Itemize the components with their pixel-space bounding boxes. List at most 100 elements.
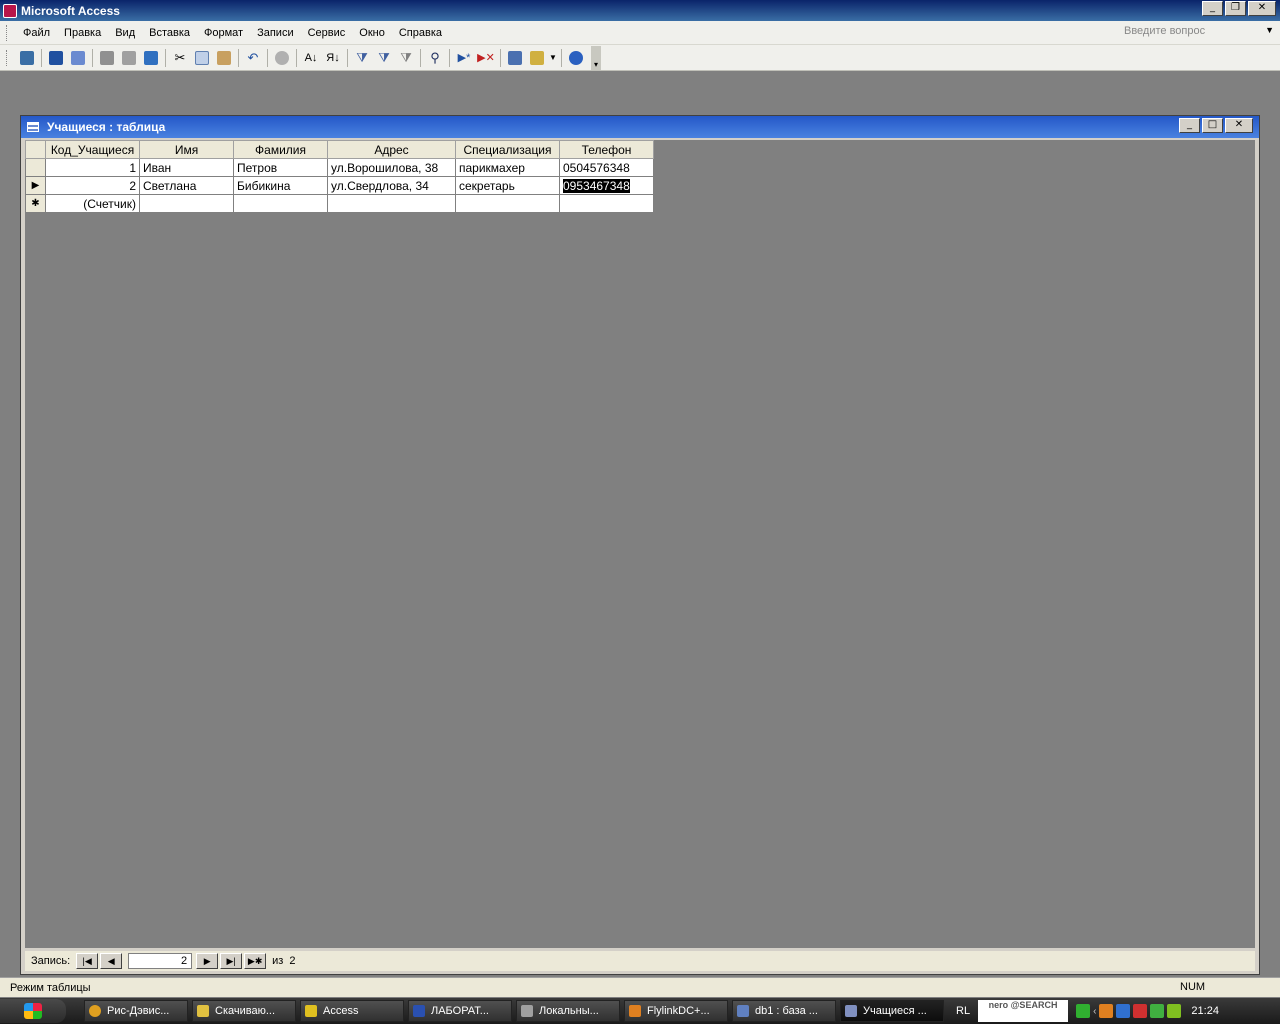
help-question-input[interactable]: Введите вопрос [1124, 25, 1264, 41]
toolbar-options-button[interactable]: ▾ [591, 45, 601, 70]
new-record-icon[interactable]: ✱ [25, 194, 46, 213]
taskbar-item[interactable]: db1 : база ... [732, 1000, 836, 1022]
menu-view[interactable]: Вид [108, 27, 142, 39]
database-window-icon[interactable] [504, 48, 526, 68]
search-file-icon[interactable] [67, 48, 89, 68]
child-maximize-button[interactable]: □ [1202, 118, 1223, 133]
cell-spec[interactable]: секретарь [455, 176, 560, 195]
filter-form-icon[interactable]: ⧩ [373, 48, 395, 68]
save-icon[interactable] [45, 48, 67, 68]
cut-icon[interactable]: ✂ [169, 48, 191, 68]
flylink-tray-icon[interactable] [1099, 1004, 1114, 1018]
taskbar-item[interactable]: FlylinkDC+... [624, 1000, 728, 1022]
print-preview-icon[interactable] [118, 48, 140, 68]
paste-icon[interactable] [213, 48, 235, 68]
taskbar-item-label: Учащиеся ... [863, 1005, 927, 1017]
taskbar-item-active[interactable]: Учащиеся ... [840, 1000, 944, 1022]
row-selector[interactable] [25, 158, 46, 177]
prev-record-button[interactable]: ◀ [100, 953, 123, 969]
help-icon[interactable] [565, 48, 587, 68]
cell-address[interactable] [327, 194, 456, 213]
language-indicator[interactable]: RL [956, 1005, 970, 1017]
cell-address[interactable]: ул.Ворошилова, 38 [327, 158, 456, 177]
cell-surname[interactable] [233, 194, 328, 213]
table-window-title-bar[interactable]: Учащиеся : таблица _ □ ✕ [21, 116, 1259, 138]
menu-file[interactable]: Файл [16, 27, 57, 39]
chevron-down-icon[interactable]: ▼ [548, 48, 558, 68]
cell-surname[interactable]: Бибикина [233, 176, 328, 195]
chevron-left-icon[interactable]: ‹ [1093, 1006, 1096, 1017]
copy-icon[interactable] [191, 48, 213, 68]
cell-spec[interactable] [455, 194, 560, 213]
select-all-cell[interactable] [25, 140, 46, 159]
table-row: ▶ 2 Светлана Бибикина ул.Свердлова, 34 с… [25, 176, 654, 195]
minimize-button[interactable]: _ [1202, 1, 1223, 16]
filter-selection-icon[interactable]: ⧩ [351, 48, 373, 68]
menu-help[interactable]: Справка [392, 27, 449, 39]
network-icon[interactable] [1116, 1004, 1131, 1018]
taskbar-item[interactable]: Скачиваю... [192, 1000, 296, 1022]
next-record-button[interactable]: ▶ [196, 953, 219, 969]
menu-window[interactable]: Окно [352, 27, 392, 39]
cell-name[interactable]: Иван [139, 158, 234, 177]
selected-phone-text: 0953467348 [563, 178, 630, 193]
restore-button[interactable]: ❐ [1225, 1, 1246, 16]
find-icon[interactable]: ⚲ [424, 48, 446, 68]
column-header-spec[interactable]: Специализация [455, 140, 560, 159]
utorrent-icon[interactable] [1150, 1004, 1165, 1018]
delete-record-icon[interactable]: ▶✕ [475, 48, 497, 68]
cell-id-autonumber[interactable]: (Счетчик) [45, 194, 140, 213]
menu-edit[interactable]: Правка [57, 27, 108, 39]
child-minimize-button[interactable]: _ [1179, 118, 1200, 133]
chevron-down-icon[interactable]: ▼ [1265, 25, 1274, 35]
current-record-icon[interactable]: ▶ [25, 176, 46, 195]
spelling-icon[interactable] [140, 48, 162, 68]
column-header-id[interactable]: Код_Учащиеся [45, 140, 140, 159]
last-record-button[interactable]: ▶| [220, 953, 243, 969]
new-record-nav-button[interactable]: ▶✱ [244, 953, 267, 969]
new-record-icon[interactable]: ▶* [453, 48, 475, 68]
separator [92, 48, 93, 67]
hyperlink-icon[interactable] [271, 48, 293, 68]
new-object-icon[interactable] [526, 48, 548, 68]
print-icon[interactable] [96, 48, 118, 68]
apply-filter-icon[interactable]: ⧩ [395, 48, 417, 68]
cell-surname[interactable]: Петров [233, 158, 328, 177]
cell-id[interactable]: 2 [45, 176, 140, 195]
record-number-input[interactable]: 2 [128, 953, 193, 969]
menu-insert[interactable]: Вставка [142, 27, 197, 39]
column-header-surname[interactable]: Фамилия [233, 140, 328, 159]
column-header-address[interactable]: Адрес [327, 140, 456, 159]
undo-icon[interactable]: ↶ [242, 48, 264, 68]
child-close-button[interactable]: ✕ [1225, 118, 1253, 133]
cell-name[interactable]: Светлана [139, 176, 234, 195]
menu-tools[interactable]: Сервис [301, 27, 353, 39]
start-button[interactable] [0, 999, 66, 1023]
first-record-button[interactable]: |◀ [76, 953, 99, 969]
view-icon[interactable] [16, 48, 38, 68]
toolbar-grip [6, 49, 10, 66]
cell-spec[interactable]: парикмахер [455, 158, 560, 177]
cell-id[interactable]: 1 [45, 158, 140, 177]
sort-asc-icon[interactable]: A↓ [300, 48, 322, 68]
cell-name[interactable] [139, 194, 234, 213]
taskbar-item[interactable]: ЛАБОРАТ... [408, 1000, 512, 1022]
nvidia-icon[interactable] [1167, 1004, 1182, 1018]
close-button[interactable]: ✕ [1248, 1, 1276, 16]
antivirus-icon[interactable] [1133, 1004, 1148, 1018]
sort-desc-icon[interactable]: Я↓ [322, 48, 344, 68]
cell-phone[interactable] [559, 194, 654, 213]
menu-format[interactable]: Формат [197, 27, 250, 39]
app-title-bar[interactable]: Microsoft Access _ ❐ ✕ [0, 0, 1280, 21]
taskbar-item[interactable]: Рис-Дэвис... [84, 1000, 188, 1022]
taskbar-item[interactable]: Локальны... [516, 1000, 620, 1022]
arrow-icon[interactable] [1076, 1004, 1091, 1018]
column-header-phone[interactable]: Телефон [559, 140, 654, 159]
taskbar-item[interactable]: Access [300, 1000, 404, 1022]
cell-phone-selected[interactable]: 0953467348 [559, 176, 654, 195]
cell-phone[interactable]: 0504576348 [559, 158, 654, 177]
menu-records[interactable]: Записи [250, 27, 301, 39]
cell-address[interactable]: ул.Свердлова, 34 [327, 176, 456, 195]
column-header-name[interactable]: Имя [139, 140, 234, 159]
nero-search-box[interactable]: nero @SEARCH [978, 1000, 1069, 1022]
